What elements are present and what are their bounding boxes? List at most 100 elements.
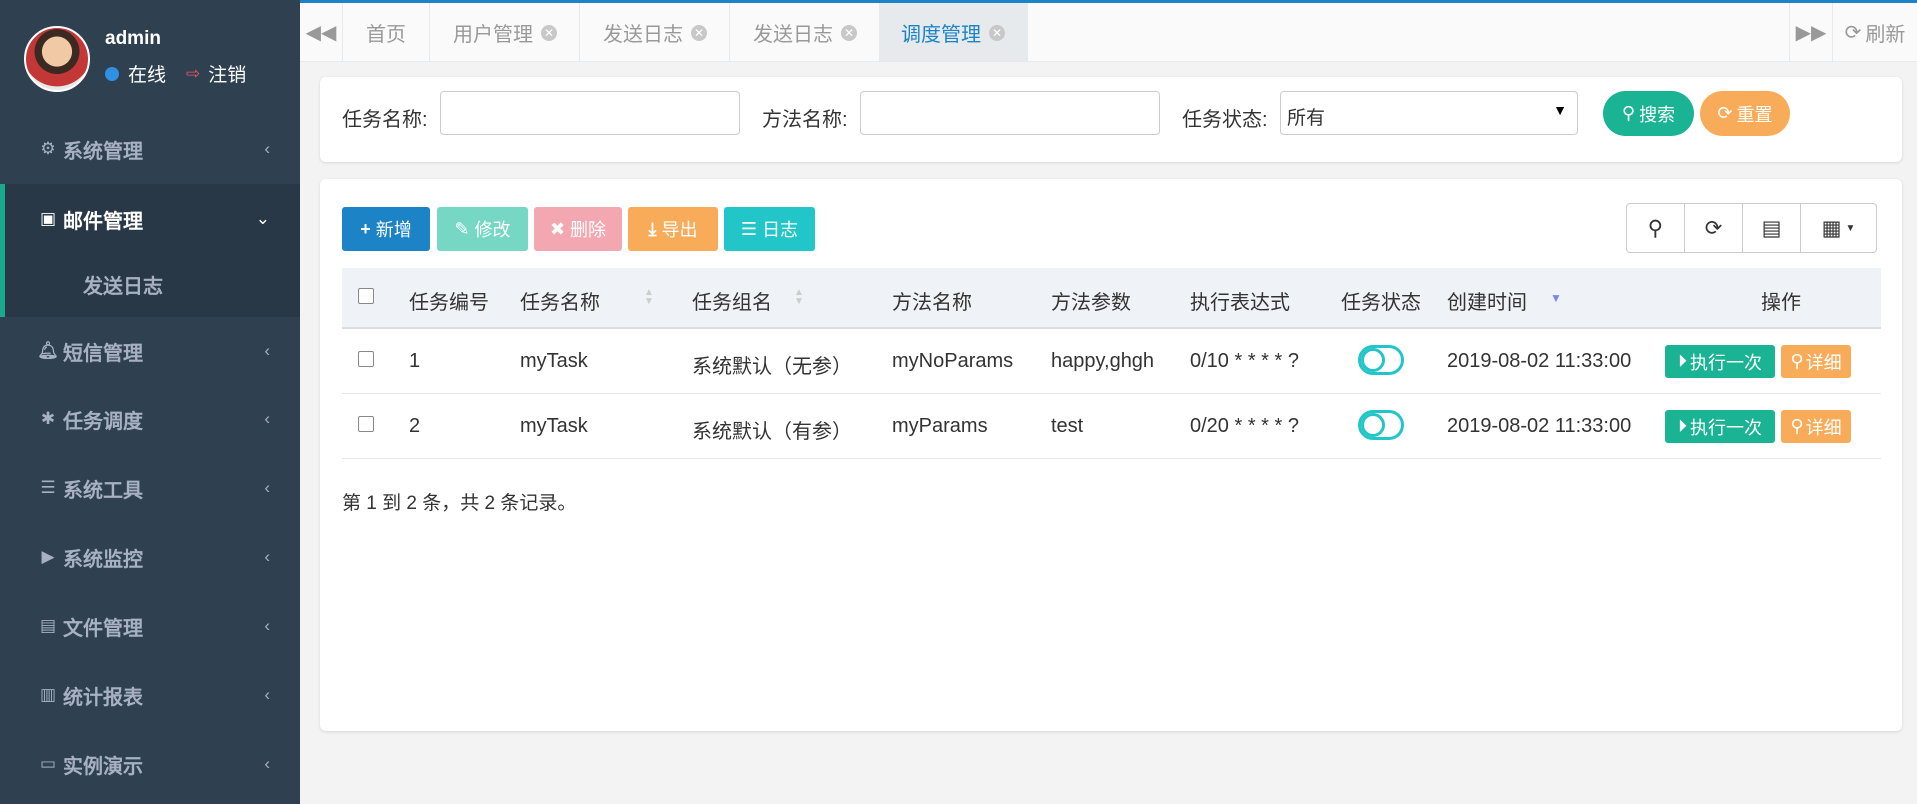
search-button[interactable]: ⚲ 搜索 [1603,91,1694,136]
toggle-knob [1361,413,1385,437]
tab-scroll-left-button[interactable]: ◀◀ [300,3,343,62]
table-columns-dropdown[interactable]: ▦ ▼ [1800,203,1877,253]
detail-button[interactable]: ⚲ 详细 [1781,410,1851,443]
close-icon[interactable]: ✕ [691,24,707,41]
tab-user-management[interactable]: 用户管理 ✕ [431,3,580,62]
detail-label: 详细 [1805,352,1842,373]
backward-icon: ◀◀ [305,22,337,44]
table-row: 1 myTask 系统默认（无参） myNoParams happy,ghgh … [342,329,1881,394]
reset-button-label: 重置 [1736,104,1773,125]
close-icon[interactable]: ✕ [989,24,1005,41]
tab-label: 发送日志 [603,24,683,46]
table-header: 任务编号 任务名称 ▲ ▼ 任务组名 ▲ ▼ 方法名称 方法参数 执行表达式 任务状… [342,268,1881,329]
column-header-task-id[interactable]: 任务编号 [409,286,489,315]
run-once-button[interactable]: ⏵ 执行一次 [1665,345,1775,378]
sidebar-item-label: 实例演示 [63,755,143,778]
tab-send-log-2[interactable]: 发送日志 ✕ [731,3,880,62]
table-search-toggle[interactable]: ⚲ [1626,203,1685,253]
bars-icon: ☰ [40,478,56,497]
online-status: 在线 [128,65,167,86]
avatar[interactable] [24,26,90,92]
cell-method-params: test [1051,415,1084,437]
cell-task-group: 系统默认（无参） [692,356,852,378]
download-icon: ⤓ [648,218,657,239]
chevron-left-icon: ‹ [264,139,270,158]
cell-task-name: myTask [520,350,588,372]
cell-cron-expression: 0/10 * * * * ? [1190,350,1299,372]
sidebar-subitem-send-log[interactable]: 发送日志 [0,250,300,317]
chevron-left-icon: ‹ [264,341,270,360]
task-status-toggle[interactable] [1358,345,1404,375]
tab-label: 调度管理 [901,24,981,46]
task-name-input[interactable] [440,91,740,135]
play-circle-icon: ⏵ [1678,416,1687,436]
sidebar-item-label: 统计报表 [63,686,143,709]
edit-icon: ✎ [454,218,470,239]
tab-refresh-button[interactable]: ⟳ 刷新 [1832,3,1917,62]
method-name-input[interactable] [860,91,1160,135]
cell-task-group: 系统默认（有参） [692,421,852,443]
sidebar-item-sms[interactable]: 🔔︎ 短信管理 ‹ [0,317,300,385]
refresh-label: 刷新 [1865,24,1906,46]
sidebar-item-demo[interactable]: ▭ 实例演示 ‹ [0,730,300,798]
search-button-label: 搜索 [1639,104,1676,125]
chevron-left-icon: ‹ [264,754,270,773]
add-button[interactable]: + 新增 [342,207,430,251]
sidebar-item-mail[interactable]: ▣ 邮件管理 ⌄ [0,184,300,254]
chevron-left-icon: ‹ [264,409,270,428]
task-status-label: 任务状态: [1182,109,1268,131]
tab-scroll-right-button[interactable]: ▶▶ [1789,3,1832,62]
chevron-left-icon: ‹ [264,616,270,635]
row-checkbox[interactable] [358,351,374,367]
bar-chart-icon: ▥ [39,685,57,704]
cell-method-params: happy,ghgh [1051,350,1155,372]
search-icon: ⚲ [1790,351,1804,371]
column-header-task-group[interactable]: 任务组名 [692,286,772,315]
sidebar-item-scheduler[interactable]: ✱ 任务调度 ‹ [0,385,300,453]
detail-button[interactable]: ⚲ 详细 [1781,345,1851,378]
table-toggle-view-button[interactable]: ▤ [1742,203,1801,253]
delete-button[interactable]: ✖ 删除 [534,207,622,251]
list-icon: ☰ [740,218,758,239]
export-button[interactable]: ⤓ 导出 [628,207,718,251]
search-icon: ⚲ [1621,103,1636,123]
run-once-button[interactable]: ⏵ 执行一次 [1665,410,1775,443]
desktop-icon: ▭ [39,754,57,773]
bell-icon: 🔔︎ [37,341,59,360]
sort-icon: ▲ ▼ [644,287,654,307]
sidebar-item-reports[interactable]: ▥ 统计报表 ‹ [0,661,300,729]
column-header-created-time[interactable]: 创建时间 [1447,286,1527,315]
log-button-label: 日志 [762,220,799,240]
chevron-left-icon: ‹ [264,547,270,566]
edit-button[interactable]: ✎ 修改 [437,207,528,251]
user-profile: admin 在线 ⇨ 注销 [0,0,300,110]
tab-send-log[interactable]: 发送日志 ✕ [581,3,730,62]
tab-bar: ◀◀ 首页 用户管理 ✕ 发送日志 ✕ 发送日志 ✕ 调度管理 ✕ ▶▶ ⟳ 刷… [300,0,1917,62]
sidebar-item-system[interactable]: ⚙ 系统管理 ‹ [0,115,300,183]
sidebar-item-files[interactable]: ▤ 文件管理 ‹ [0,592,300,660]
task-status-select[interactable]: 所有 ▼ [1280,91,1578,135]
table-refresh-button[interactable]: ⟳ [1684,203,1743,253]
log-button[interactable]: ☰ 日志 [724,207,815,251]
task-status-toggle[interactable] [1358,410,1404,440]
cell-method-name: myParams [892,415,988,437]
user-status: 在线 ⇨ 注销 [105,60,246,87]
close-icon[interactable]: ✕ [541,24,557,41]
tab-schedule-management[interactable]: 调度管理 ✕ [879,3,1028,62]
sidebar-item-tools[interactable]: ☰ 系统工具 ‹ [0,454,300,522]
sidebar: admin 在线 ⇨ 注销 ⚙ 系统管理 ‹ ▣ 邮件管理 ⌄ 发送日志 🔔︎ … [0,0,300,804]
reset-button[interactable]: ⟳ 重置 [1700,91,1790,136]
column-header-cron-expression: 执行表达式 [1190,292,1290,314]
close-icon[interactable]: ✕ [841,24,857,41]
task-status-selected: 所有 [1287,108,1326,129]
cell-created-time: 2019-08-02 11:33:00 [1447,350,1632,372]
select-all-checkbox[interactable] [358,288,374,304]
column-header-task-name[interactable]: 任务名称 [520,286,600,315]
sidebar-item-monitor[interactable]: ▶ 系统监控 ‹ [0,523,300,591]
row-checkbox[interactable] [358,416,374,432]
run-once-label: 执行一次 [1690,417,1762,438]
logout-link[interactable]: 注销 [208,60,246,87]
cell-task-name: myTask [520,415,588,437]
tab-home[interactable]: 首页 [344,3,430,62]
sign-out-icon[interactable]: ⇨ [186,64,200,84]
